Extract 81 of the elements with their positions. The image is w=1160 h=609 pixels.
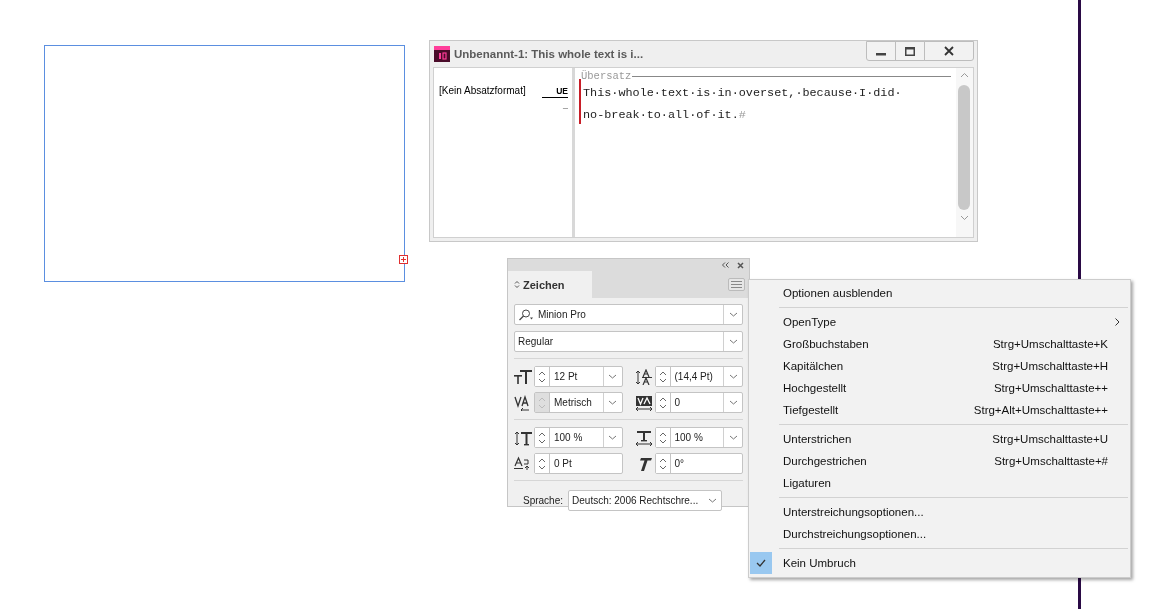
leading-field[interactable]: (14,4 Pt)	[654, 366, 743, 387]
spinner[interactable]	[535, 454, 550, 473]
skew-field[interactable]: 0°	[654, 453, 743, 474]
app-icon	[434, 46, 450, 62]
spinner[interactable]	[655, 393, 671, 412]
hscale-field[interactable]: 100 %	[654, 427, 743, 448]
menu-item[interactable]: Optionen ausblenden	[749, 282, 1130, 304]
spinner[interactable]	[655, 454, 671, 473]
depth-ruler-mark: UE	[542, 86, 568, 98]
chevron-down-icon	[728, 374, 738, 379]
chevron-down-icon	[707, 498, 717, 503]
menu-item[interactable]: Großbuchstaben Strg+Umschalttaste+K	[749, 333, 1130, 355]
panel-menu-button[interactable]	[728, 278, 745, 291]
window-title: Unbenannt-1: This whole text is i...	[454, 48, 645, 60]
scroll-down-icon	[960, 215, 969, 221]
font-style-dropdown[interactable]: Regular	[514, 331, 743, 352]
depth-ruler-mark: _	[563, 100, 568, 110]
chevron-down-icon	[728, 400, 738, 405]
spinner-arrows-icon	[538, 456, 546, 471]
spinner[interactable]	[655, 367, 671, 386]
menu-item[interactable]: Ligaturen	[749, 472, 1130, 494]
menu-item[interactable]: Unterstrichen Strg+Umschalttaste+U	[749, 428, 1130, 450]
spinner-arrows-icon	[658, 395, 667, 410]
language-dropdown[interactable]: Deutsch: 2006 Rechtschre...	[568, 490, 723, 511]
menu-item[interactable]: Hochgestellt Strg+Umschalttaste++	[749, 377, 1130, 399]
spinner-arrows-icon	[658, 369, 667, 384]
menu-item[interactable]: Unterstreichungsoptionen...	[749, 501, 1130, 523]
close-icon	[944, 46, 954, 56]
spinner[interactable]	[535, 367, 550, 386]
chevron-down-icon	[608, 400, 617, 405]
maximize-button[interactable]	[895, 41, 925, 61]
tracking-field[interactable]: 0	[654, 392, 743, 413]
menu-item[interactable]: Kein Umbruch	[749, 552, 1130, 574]
baseline-field[interactable]: 0 Pt	[534, 453, 623, 474]
minimize-button[interactable]	[866, 41, 896, 61]
vscale-icon	[514, 429, 532, 446]
scroll-up-icon	[960, 72, 969, 78]
story-text-line: This·whole·text·is·in·overset,·because·I·did·	[583, 85, 902, 102]
tracking-icon	[634, 394, 653, 411]
baseline-icon	[514, 455, 532, 472]
menu-item[interactable]: OpenType	[749, 311, 1130, 333]
search-icon	[518, 308, 534, 321]
font-family-dropdown[interactable]: Minion Pro	[514, 304, 743, 325]
spinner-arrows-icon	[538, 369, 546, 384]
spinner[interactable]	[535, 428, 550, 447]
menu-item[interactable]: Kapitälchen Strg+Umschalttaste+H	[749, 355, 1130, 377]
size-icon	[514, 368, 532, 385]
spinner-arrows-icon	[658, 456, 667, 471]
checkmark-icon	[756, 559, 766, 567]
hscale-icon	[634, 429, 653, 446]
paragraph-style-label: [Kein Absatzformat]	[439, 85, 526, 96]
menu-item[interactable]: Durchstreichungsoptionen...	[749, 523, 1130, 545]
chevron-down-icon	[728, 339, 738, 344]
kerning-field[interactable]: Metrisch	[534, 392, 623, 413]
size-field[interactable]: 12 Pt	[534, 366, 623, 387]
collapse-icon	[722, 262, 729, 268]
spinner-arrows-icon	[658, 430, 667, 445]
spinner[interactable]	[655, 428, 671, 447]
chevron-down-icon	[728, 312, 738, 317]
close-button[interactable]	[924, 41, 974, 61]
minimize-icon	[876, 53, 886, 56]
vscale-field[interactable]: 100 %	[534, 427, 623, 448]
updown-icon	[514, 280, 520, 289]
menu-item[interactable]: Durchgestrichen Strg+Umschalttaste+#	[749, 450, 1130, 472]
story-text-line: no-break·to·all·of·it.#	[583, 107, 746, 124]
chevron-down-icon	[728, 435, 738, 440]
menu-icon	[731, 281, 742, 288]
maximize-icon	[905, 46, 915, 56]
panel-tab[interactable]: Zeichen	[508, 271, 592, 298]
chevron-down-icon	[608, 374, 617, 379]
kerning-icon	[514, 394, 532, 411]
menu-item[interactable]: Tiefgestellt Strg+Alt+Umschalttaste++	[749, 399, 1130, 421]
chevron-right-icon	[1115, 318, 1120, 326]
spinner-arrows-icon	[538, 395, 546, 410]
language-label: Sprache:	[523, 495, 564, 506]
scrollbar[interactable]	[956, 68, 973, 237]
close-icon	[737, 261, 744, 269]
spinner-arrows-icon	[538, 430, 546, 445]
overset-label: Übersatz	[581, 71, 632, 81]
leading-icon	[634, 368, 653, 385]
chevron-down-icon	[608, 435, 617, 440]
